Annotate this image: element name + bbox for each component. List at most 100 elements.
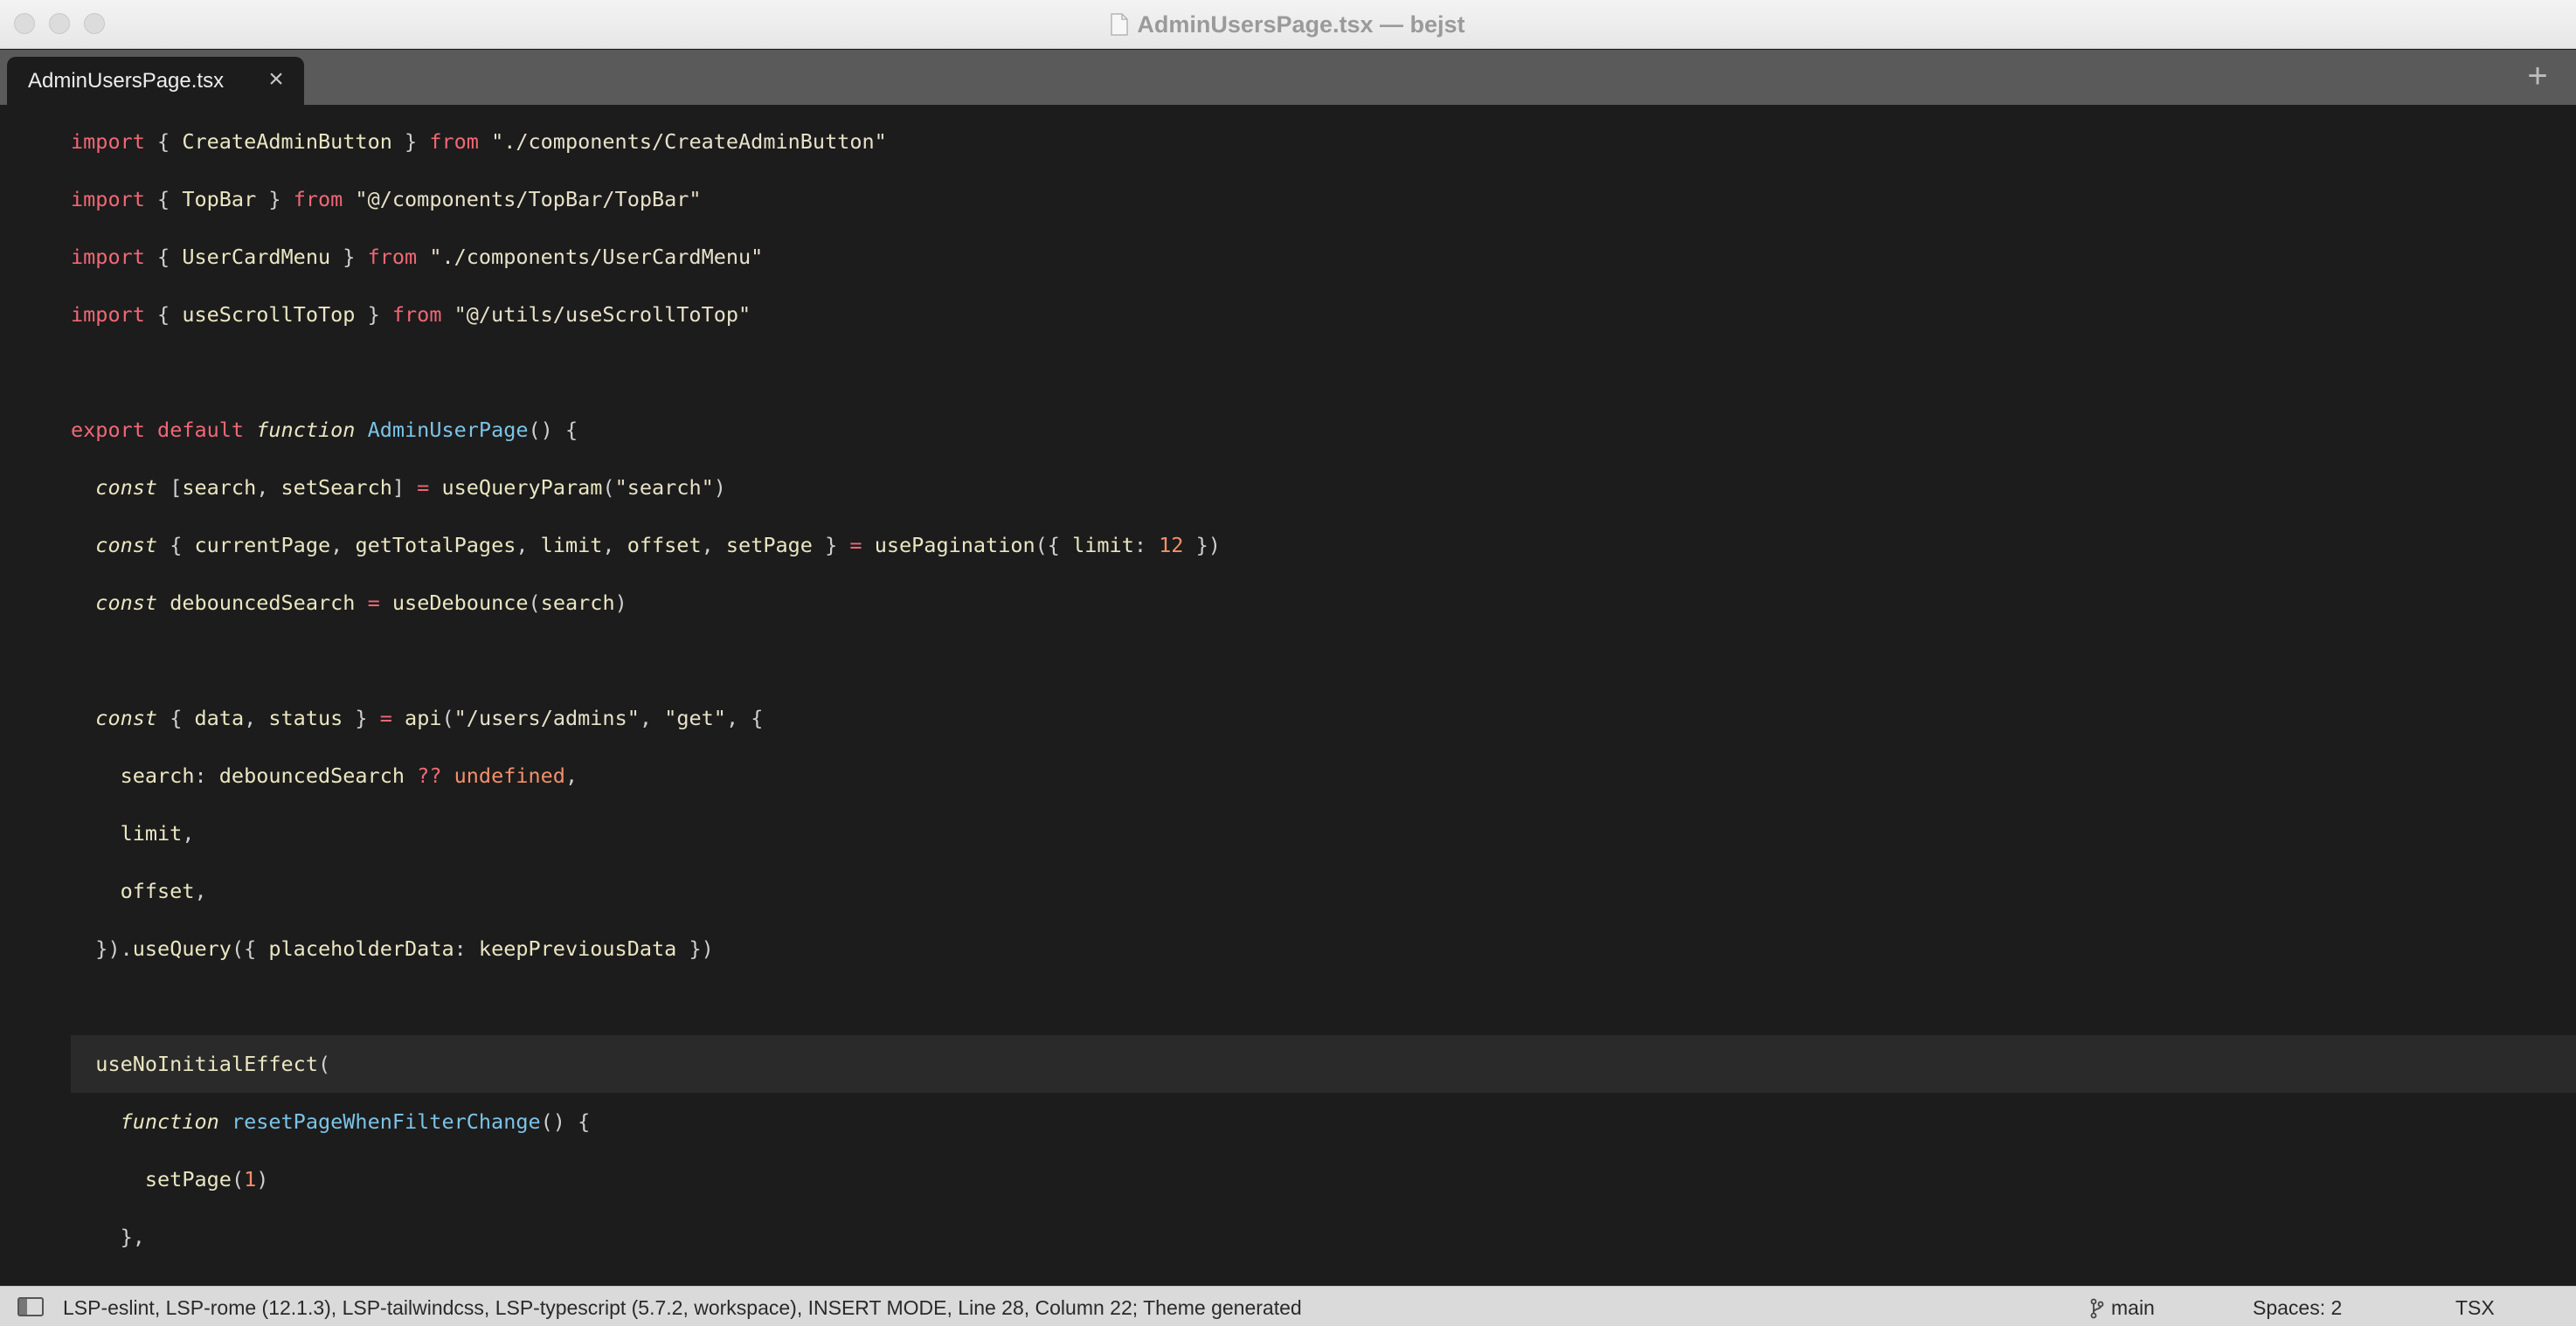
code-token: = xyxy=(849,533,862,557)
code-token: ({ xyxy=(1035,533,1073,557)
code-token: const xyxy=(95,706,158,730)
code-token: placeholderData xyxy=(268,936,454,961)
code-line[interactable]: const { data, status } = api("/users/adm… xyxy=(71,689,2576,747)
code-token: import xyxy=(71,302,145,327)
code-line[interactable]: import { UserCardMenu } from "./componen… xyxy=(71,228,2576,286)
code-token: from xyxy=(391,302,442,327)
code-line[interactable]: import { useScrollToTop } from "@/utils/… xyxy=(71,286,2576,343)
code-line[interactable] xyxy=(71,632,2576,689)
code-token: ( xyxy=(602,475,615,500)
code-token: ( xyxy=(317,1052,331,1076)
code-token: "./components/UserCardMenu" xyxy=(417,245,764,269)
sidebar-toggle-icon[interactable] xyxy=(17,1297,44,1316)
code-token: , xyxy=(194,879,207,903)
code-line[interactable]: useNoInitialEffect( xyxy=(71,1035,2576,1093)
code-token: limit xyxy=(120,821,183,846)
code-line[interactable]: import { TopBar } from "@/components/Top… xyxy=(71,170,2576,228)
code-token: { xyxy=(144,187,183,211)
code-token: "./components/CreateAdminButton" xyxy=(478,129,887,154)
code-token: setPage xyxy=(144,1167,232,1191)
code-token: status xyxy=(268,706,343,730)
code-line[interactable]: }, xyxy=(71,1208,2576,1266)
code-token: import xyxy=(71,187,145,211)
code-token: resetPageWhenFilterChange xyxy=(231,1109,541,1134)
code-token: offset xyxy=(120,879,195,903)
git-branch[interactable]: main xyxy=(2090,1296,2155,1320)
code-token: from xyxy=(367,245,418,269)
code-token: () { xyxy=(540,1109,591,1134)
code-token: } xyxy=(391,129,430,154)
code-token: AdminUserPage xyxy=(367,418,529,442)
code-token: useQueryParam xyxy=(441,475,603,500)
new-tab-button[interactable]: + xyxy=(2520,59,2555,93)
code-line[interactable]: function resetPageWhenFilterChange() { xyxy=(71,1093,2576,1150)
code-token: , xyxy=(244,706,269,730)
code-token: }) xyxy=(1183,533,1221,557)
code-token: = xyxy=(379,706,392,730)
code-line[interactable]: setPage(1) xyxy=(71,1150,2576,1208)
code-token: 1 xyxy=(244,1167,257,1191)
title-wrap: AdminUsersPage.tsx — bejst xyxy=(0,0,2576,49)
code-token: function xyxy=(256,418,356,442)
document-icon xyxy=(1111,13,1129,36)
code-token: { xyxy=(144,245,183,269)
code-token: search xyxy=(540,590,615,615)
code-token: { xyxy=(157,533,195,557)
code-token: useScrollToTop xyxy=(182,302,356,327)
code-token: } xyxy=(256,187,294,211)
code-token: "search" xyxy=(614,475,714,500)
syntax-selector[interactable]: TSX xyxy=(2455,1296,2495,1320)
tab-adminuserspage[interactable]: AdminUsersPage.tsx × xyxy=(7,57,304,105)
code-editor[interactable]: import { CreateAdminButton } from "./com… xyxy=(0,105,2576,1286)
code-line[interactable]: [debouncedSearch] xyxy=(71,1266,2576,1286)
code-token: ( xyxy=(441,706,454,730)
code-token: debouncedSearch xyxy=(170,590,356,615)
code-token: from xyxy=(293,187,343,211)
code-token: () { xyxy=(528,418,578,442)
code-token: [ xyxy=(157,475,183,500)
code-line[interactable]: const [search, setSearch] = useQueryPara… xyxy=(71,459,2576,516)
code-line[interactable]: const { currentPage, getTotalPages, limi… xyxy=(71,516,2576,574)
code-line[interactable]: search: debouncedSearch ?? undefined, xyxy=(71,747,2576,805)
code-line[interactable]: export default function AdminUserPage() … xyxy=(71,401,2576,459)
code-line[interactable]: limit, xyxy=(71,805,2576,862)
code-token: }). xyxy=(71,936,133,961)
tab-label: AdminUsersPage.tsx xyxy=(28,68,225,93)
code-token: , { xyxy=(725,706,764,730)
code-token: from xyxy=(429,129,479,154)
code-token: "@/utils/useScrollToTop" xyxy=(441,302,751,327)
code-line[interactable] xyxy=(71,343,2576,401)
code-line[interactable]: import { CreateAdminButton } from "./com… xyxy=(71,113,2576,170)
close-tab-icon[interactable]: × xyxy=(264,66,288,93)
code-line[interactable]: offset, xyxy=(71,862,2576,920)
code-token: }, xyxy=(71,1225,145,1249)
code-token: , xyxy=(602,533,627,557)
tab-bar: AdminUsersPage.tsx × + xyxy=(0,50,2576,105)
code-token: { xyxy=(144,302,183,327)
code-token: function xyxy=(120,1109,219,1134)
code-token: , xyxy=(639,706,665,730)
code-line[interactable]: }).useQuery({ placeholderData: keepPrevi… xyxy=(71,920,2576,977)
code-line[interactable] xyxy=(71,977,2576,1035)
code-token: setSearch xyxy=(280,475,392,500)
code-line[interactable]: const debouncedSearch = useDebounce(sear… xyxy=(71,574,2576,632)
code-token: , xyxy=(516,533,541,557)
code-token: TopBar xyxy=(182,187,257,211)
code-token: useNoInitialEffect xyxy=(95,1052,318,1076)
code-token: const xyxy=(95,475,158,500)
code-token: "@/components/TopBar/TopBar" xyxy=(343,187,702,211)
indentation-setting[interactable]: Spaces: 2 xyxy=(2253,1296,2342,1320)
